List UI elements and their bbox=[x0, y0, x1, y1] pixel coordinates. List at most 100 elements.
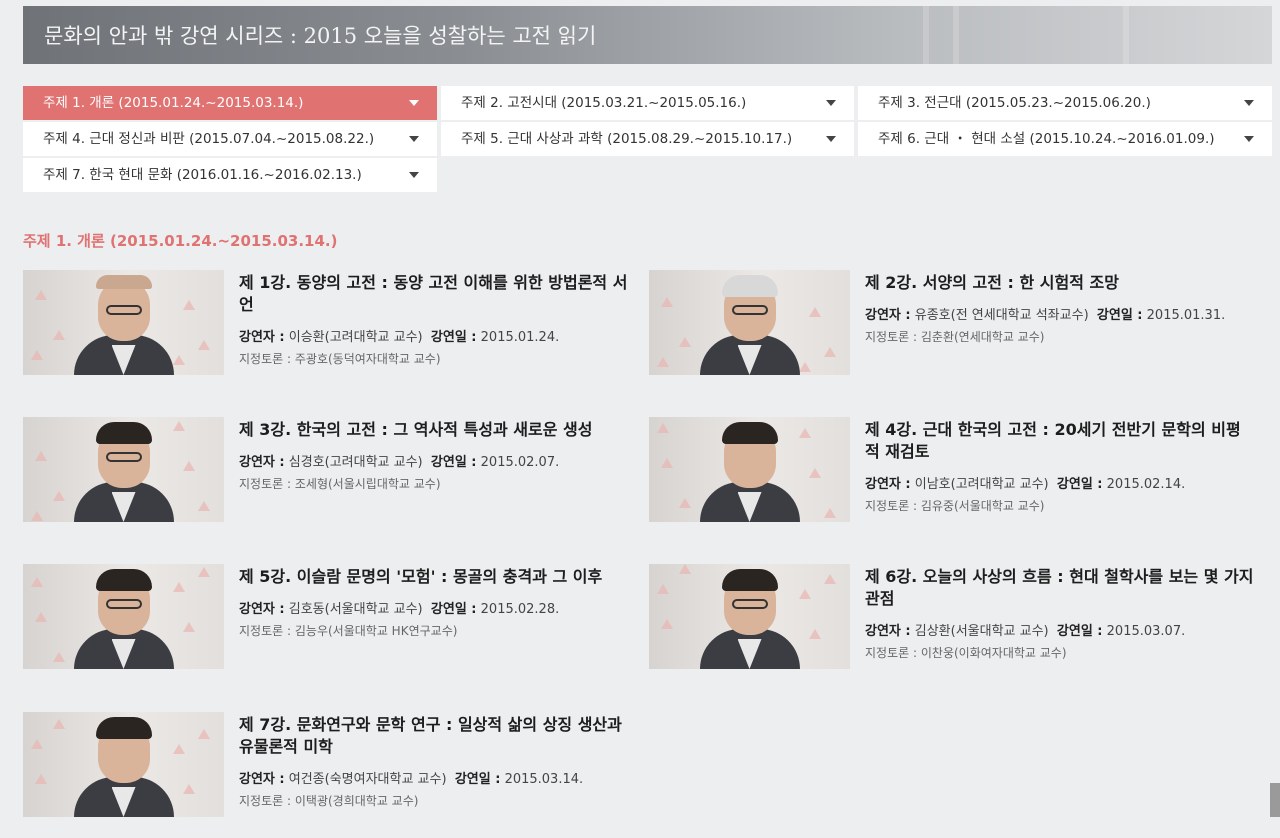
topic-tab-label: 주제 2. 고전시대 (2015.03.21.~2015.05.16.) bbox=[461, 95, 747, 111]
chevron-down-icon bbox=[409, 172, 419, 178]
backdrop-triangle bbox=[809, 468, 821, 478]
scrollbar-thumb[interactable] bbox=[1270, 783, 1280, 817]
lecture-date: 2015.02.07. bbox=[480, 455, 560, 470]
backdrop-triangle bbox=[198, 501, 210, 511]
speaker-photo bbox=[64, 422, 184, 522]
backdrop-triangle bbox=[198, 340, 210, 350]
lecture-discussant: 지정토론 : 조세형(서울시립대학교 교수) bbox=[239, 475, 441, 492]
lecturer-name: 이승환(고려대학교 교수) bbox=[288, 330, 423, 345]
lecturer-label: 강연자 : bbox=[239, 330, 285, 345]
lecture-title[interactable]: 제 5강. 이슬람 문명의 '모험' : 몽골의 충격과 그 이후 bbox=[239, 566, 629, 588]
discussant-name: 김유중(서울대학교 교수) bbox=[920, 499, 1045, 513]
lecture-meta: 강연자 : 유종호(전 연세대학교 석좌교수) 강연일 : 2015.01.31… bbox=[865, 304, 1225, 323]
lecturer-label: 강연자 : bbox=[865, 624, 911, 639]
backdrop-triangle bbox=[824, 508, 836, 518]
discussant-label: 지정토론 : bbox=[865, 330, 918, 344]
lecture-card[interactable]: 제 1강. 동양의 고전 : 동양 고전 이해를 위한 방법론적 서언 강연자 … bbox=[23, 270, 633, 380]
lecture-thumbnail[interactable] bbox=[23, 270, 224, 375]
lecture-discussant: 지정토론 : 주광호(동덕여자대학교 교수) bbox=[239, 350, 441, 367]
lecture-title[interactable]: 제 3강. 한국의 고전 : 그 역사적 특성과 새로운 생성 bbox=[239, 419, 629, 441]
speaker-photo bbox=[690, 422, 810, 522]
lecturer-name: 심경호(고려대학교 교수) bbox=[288, 455, 423, 470]
backdrop-triangle bbox=[35, 451, 47, 461]
lecture-thumbnail[interactable] bbox=[23, 564, 224, 669]
chevron-down-icon bbox=[1244, 136, 1254, 142]
lecture-title[interactable]: 제 2강. 서양의 고전 : 한 시험적 조망 bbox=[865, 272, 1255, 294]
lecture-title[interactable]: 제 6강. 오늘의 사상의 흐름 : 현대 철학사를 보는 몇 가지 관점 bbox=[865, 566, 1255, 610]
backdrop-triangle bbox=[198, 729, 210, 739]
speaker-photo bbox=[64, 569, 184, 669]
lecture-meta: 강연자 : 심경호(고려대학교 교수) 강연일 : 2015.02.07. bbox=[239, 451, 559, 470]
lecture-thumbnail[interactable] bbox=[23, 712, 224, 817]
backdrop-triangle bbox=[183, 622, 195, 632]
lecturer-label: 강연자 : bbox=[865, 477, 911, 492]
discussant-name: 이찬웅(이화여자대학교 교수) bbox=[920, 646, 1067, 660]
discussant-label: 지정토론 : bbox=[865, 646, 918, 660]
topic-tab-label: 주제 7. 한국 현대 문화 (2016.01.16.~2016.02.13.) bbox=[43, 167, 362, 183]
backdrop-triangle bbox=[31, 577, 43, 587]
discussant-label: 지정토론 : bbox=[239, 352, 292, 366]
lecture-meta: 강연자 : 이남호(고려대학교 교수) 강연일 : 2015.02.14. bbox=[865, 473, 1185, 492]
discussant-name: 조세형(서울시립대학교 교수) bbox=[294, 477, 441, 491]
lecture-thumbnail[interactable] bbox=[23, 417, 224, 522]
topic-tab-3[interactable]: 주제 3. 전근대 (2015.05.23.~2015.06.20.) bbox=[858, 86, 1272, 120]
topic-tab-7[interactable]: 주제 7. 한국 현대 문화 (2016.01.16.~2016.02.13.) bbox=[23, 158, 437, 192]
lecture-date: 2015.01.31. bbox=[1146, 308, 1226, 323]
lecture-card[interactable]: 제 3강. 한국의 고전 : 그 역사적 특성과 새로운 생성 강연자 : 심경… bbox=[23, 417, 633, 527]
topic-tab-1[interactable]: 주제 1. 개론 (2015.01.24.~2015.03.14.) bbox=[23, 86, 437, 120]
topic-tab-6[interactable]: 주제 6. 근대 ・ 현대 소설 (2015.10.24.~2016.01.09… bbox=[858, 122, 1272, 156]
lecture-discussant: 지정토론 : 김능우(서울대학교 HK연구교수) bbox=[239, 622, 457, 639]
backdrop-triangle bbox=[198, 567, 210, 577]
backdrop-triangle bbox=[35, 612, 47, 622]
lecture-thumbnail[interactable] bbox=[649, 270, 850, 375]
lecturer-name: 유종호(전 연세대학교 석좌교수) bbox=[914, 308, 1089, 323]
lecturer-name: 이남호(고려대학교 교수) bbox=[914, 477, 1049, 492]
topic-tab-4[interactable]: 주제 4. 근대 정신과 비판 (2015.07.04.~2015.08.22.… bbox=[23, 122, 437, 156]
lecturer-label: 강연자 : bbox=[865, 308, 911, 323]
backdrop-triangle bbox=[661, 297, 673, 307]
lecture-card[interactable]: 제 4강. 근대 한국의 고전 : 20세기 전반기 문학의 비평적 재검토 강… bbox=[649, 417, 1259, 527]
backdrop-triangle bbox=[657, 584, 669, 594]
lecture-discussant: 지정토론 : 이택광(경희대학교 교수) bbox=[239, 792, 418, 809]
date-label: 강연일 : bbox=[1056, 624, 1103, 639]
discussant-label: 지정토론 : bbox=[239, 624, 292, 638]
backdrop-triangle bbox=[809, 307, 821, 317]
lecture-card[interactable]: 제 2강. 서양의 고전 : 한 시험적 조망 강연자 : 유종호(전 연세대학… bbox=[649, 270, 1259, 380]
banner-decoration bbox=[1123, 6, 1129, 64]
backdrop-triangle bbox=[809, 629, 821, 639]
lecturer-label: 강연자 : bbox=[239, 455, 285, 470]
chevron-down-icon bbox=[409, 136, 419, 142]
date-label: 강연일 : bbox=[1096, 308, 1143, 323]
topic-tab-5[interactable]: 주제 5. 근대 사상과 과학 (2015.08.29.~2015.10.17.… bbox=[441, 122, 854, 156]
topic-tab-label: 주제 5. 근대 사상과 과학 (2015.08.29.~2015.10.17.… bbox=[461, 131, 793, 147]
lecture-date: 2015.03.14. bbox=[504, 772, 584, 787]
lecture-discussant: 지정토론 : 이찬웅(이화여자대학교 교수) bbox=[865, 644, 1067, 661]
discussant-name: 김능우(서울대학교 HK연구교수) bbox=[294, 624, 458, 638]
backdrop-triangle bbox=[824, 574, 836, 584]
lecture-thumbnail[interactable] bbox=[649, 564, 850, 669]
lecture-discussant: 지정토론 : 김유중(서울대학교 교수) bbox=[865, 497, 1044, 514]
lecture-title[interactable]: 제 7강. 문화연구와 문학 연구 : 일상적 삶의 상징 생산과 유물론적 미… bbox=[239, 714, 629, 758]
backdrop-triangle bbox=[35, 290, 47, 300]
date-label: 강연일 : bbox=[430, 330, 477, 345]
speaker-photo bbox=[690, 275, 810, 375]
lecture-card[interactable]: 제 5강. 이슬람 문명의 '모험' : 몽골의 충격과 그 이후 강연자 : … bbox=[23, 564, 633, 674]
topic-tab-2[interactable]: 주제 2. 고전시대 (2015.03.21.~2015.05.16.) bbox=[441, 86, 854, 120]
lecture-date: 2015.03.07. bbox=[1106, 624, 1186, 639]
section-heading: 주제 1. 개론 (2015.01.24.~2015.03.14.) bbox=[23, 232, 338, 250]
lecture-meta: 강연자 : 김호동(서울대학교 교수) 강연일 : 2015.02.28. bbox=[239, 598, 559, 617]
lecture-thumbnail[interactable] bbox=[649, 417, 850, 522]
series-title: 문화의 안과 밖 강연 시리즈 : 2015 오늘을 성찰하는 고전 읽기 bbox=[44, 24, 597, 48]
discussant-name: 김춘환(연세대학교 교수) bbox=[920, 330, 1045, 344]
lecture-title[interactable]: 제 1강. 동양의 고전 : 동양 고전 이해를 위한 방법론적 서언 bbox=[239, 272, 629, 316]
lecture-date: 2015.02.28. bbox=[480, 602, 560, 617]
lecture-card[interactable]: 제 7강. 문화연구와 문학 연구 : 일상적 삶의 상징 생산과 유물론적 미… bbox=[23, 712, 633, 822]
date-label: 강연일 : bbox=[430, 602, 477, 617]
backdrop-triangle bbox=[183, 461, 195, 471]
speaker-photo bbox=[64, 717, 184, 817]
lecture-card[interactable]: 제 6강. 오늘의 사상의 흐름 : 현대 철학사를 보는 몇 가지 관점 강연… bbox=[649, 564, 1259, 674]
speaker-photo bbox=[690, 569, 810, 669]
discussant-label: 지정토론 : bbox=[239, 794, 292, 808]
lecture-title[interactable]: 제 4강. 근대 한국의 고전 : 20세기 전반기 문학의 비평적 재검토 bbox=[865, 419, 1255, 463]
lecturer-name: 여건종(숙명여자대학교 교수) bbox=[288, 772, 447, 787]
